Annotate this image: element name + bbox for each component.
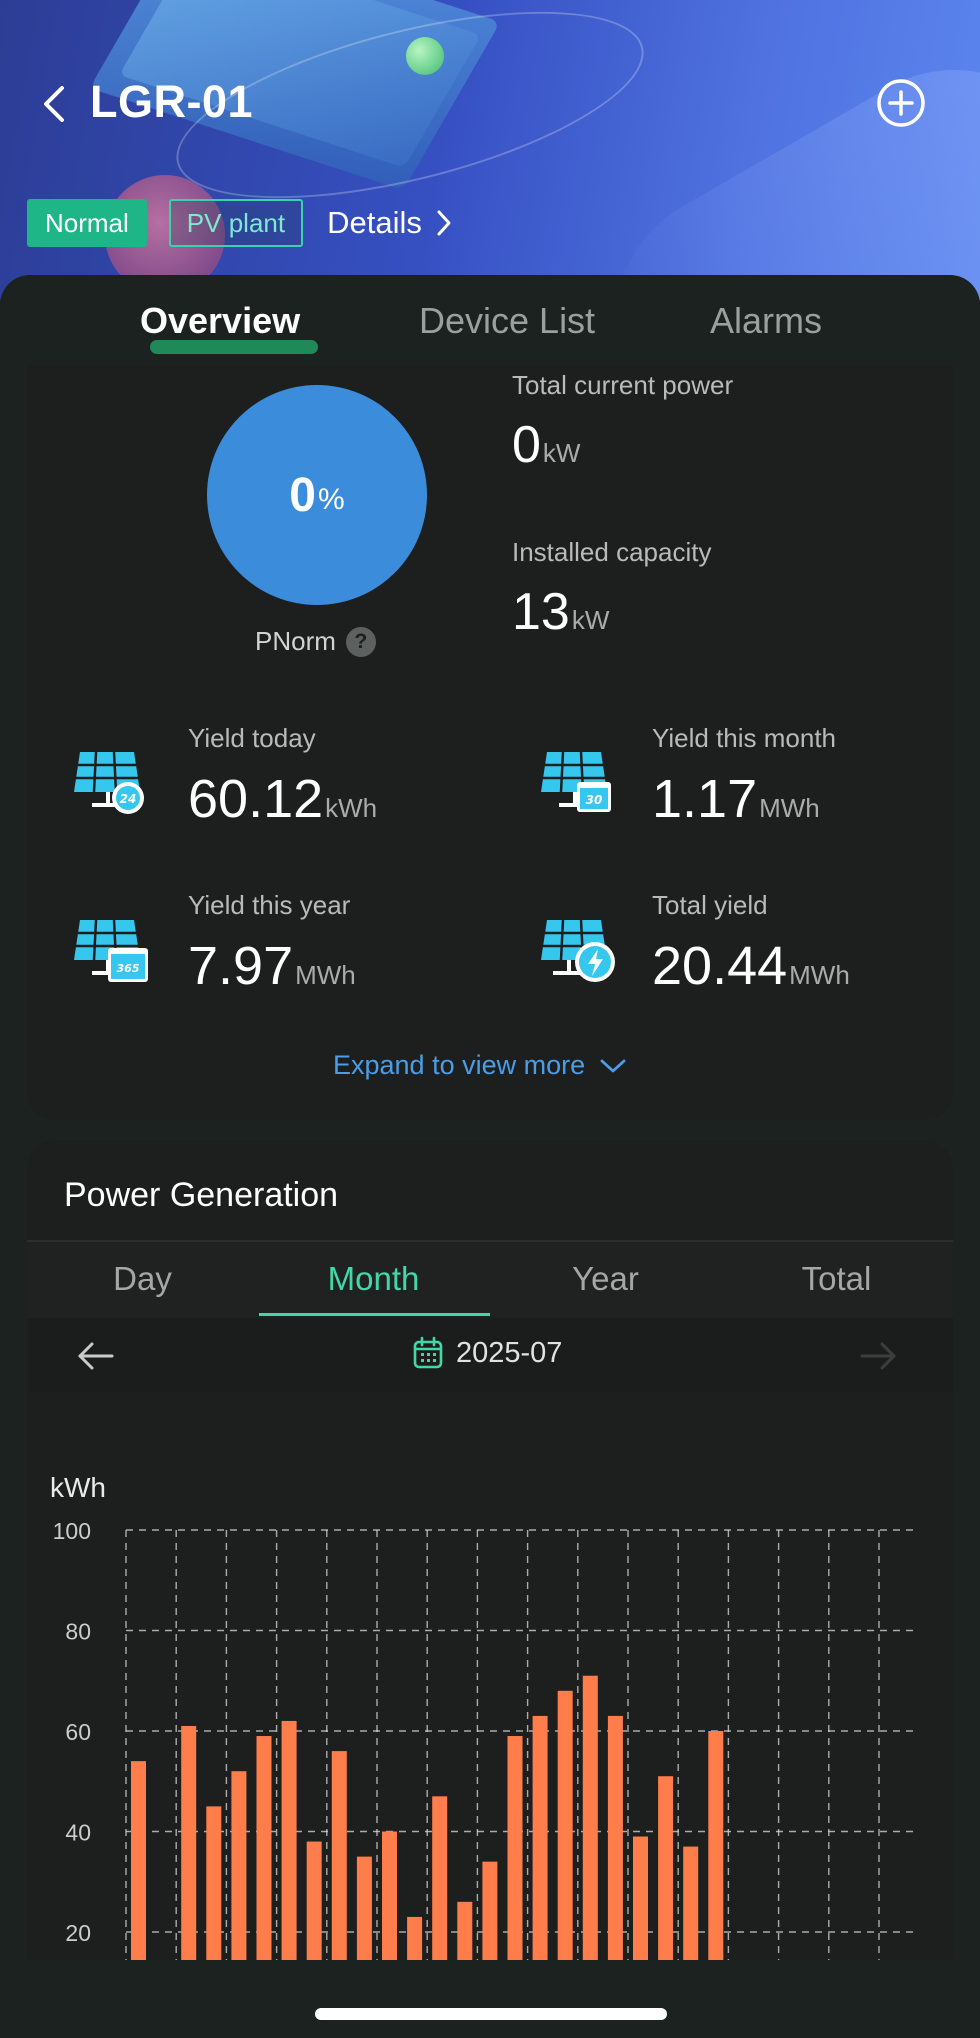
pnorm-label: PNorm <box>255 626 336 656</box>
y-axis-label: kWh <box>50 1472 106 1503</box>
chart-bar <box>683 1846 699 1960</box>
pnorm-gauge: 0 % <box>207 385 427 605</box>
tab-total[interactable]: Total <box>721 1260 952 1298</box>
home-indicator[interactable] <box>315 2008 667 2020</box>
add-circle-icon[interactable] <box>876 78 926 128</box>
chart-bar <box>482 1861 498 1960</box>
installed-capacity-value: 13 kW <box>512 582 609 642</box>
chart-bar <box>532 1715 548 1960</box>
installed-capacity-unit: kW <box>571 605 610 635</box>
details-link[interactable]: Details <box>327 205 452 241</box>
help-icon[interactable]: ? <box>345 626 376 657</box>
pnorm-unit: % <box>318 483 345 516</box>
yield-year-value: 7.97 MWh <box>188 935 356 997</box>
plant-tags: Normal PV plant Details <box>27 199 452 247</box>
date-picker[interactable]: 2025-07 <box>412 1336 562 1370</box>
solar-panel-bolt-icon <box>541 919 615 982</box>
pnorm-label-row: PNorm ? <box>255 626 376 657</box>
yield-today-number: 60.12 <box>188 769 324 829</box>
details-link-label: Details <box>327 205 422 240</box>
yield-year-unit: MWh <box>295 960 356 990</box>
chart-bar <box>407 1916 423 1960</box>
svg-text:365: 365 <box>117 962 140 975</box>
y-tick-label: 60 <box>65 1719 91 1745</box>
active-period-indicator <box>259 1313 490 1316</box>
installed-capacity-label: Installed capacity <box>512 537 712 567</box>
expand-label: Expand to view more <box>333 1050 586 1080</box>
yield-today-value: 60.12 kWh <box>188 768 377 830</box>
power-generation-chart: kWh 100 80 60 40 20 <box>50 1472 918 1960</box>
chart-bar <box>181 1725 197 1960</box>
chart-bar <box>507 1736 523 1960</box>
total-yield-number: 20.44 <box>652 936 788 996</box>
chart-bar <box>231 1771 247 1960</box>
chart-bar <box>306 1841 322 1960</box>
chart-bar <box>432 1796 448 1960</box>
tab-month[interactable]: Month <box>258 1260 489 1298</box>
selected-date: 2025-07 <box>456 1336 563 1369</box>
svg-text:24: 24 <box>120 792 137 806</box>
y-tick-label: 20 <box>65 1920 91 1946</box>
yield-year-label: Yield this year <box>188 890 351 920</box>
chevron-right-icon <box>437 210 451 236</box>
calendar-icon <box>413 1336 443 1369</box>
chart-bar <box>557 1690 573 1960</box>
y-tick-label: 100 <box>53 1518 91 1544</box>
yield-year-number: 7.97 <box>188 936 294 996</box>
solar-panel-30-icon: 30 <box>541 751 611 812</box>
chevron-down-icon <box>600 1059 626 1072</box>
installed-capacity-number: 13 <box>512 583 570 641</box>
total-yield-label: Total yield <box>652 890 768 920</box>
chart-bar <box>708 1731 724 1960</box>
chart-bar <box>382 1831 397 1960</box>
power-generation-title: Power Generation <box>64 1176 339 1214</box>
header-banner <box>0 0 980 300</box>
chart-bar <box>457 1901 473 1960</box>
yield-month-value: 1.17 MWh <box>652 768 820 830</box>
main-tabs: Overview Device List Alarms <box>0 282 980 372</box>
top-bar: LGR-01 <box>0 62 980 146</box>
tab-alarms[interactable]: Alarms <box>710 300 822 342</box>
tab-day[interactable]: Day <box>27 1260 258 1298</box>
chart-bar <box>131 1761 146 1960</box>
y-tick-label: 80 <box>65 1619 91 1645</box>
svg-text:30: 30 <box>586 793 603 807</box>
y-tick-label: 40 <box>65 1820 91 1846</box>
chart-bar <box>281 1720 297 1960</box>
chart-bar <box>582 1675 598 1960</box>
next-period-arrow-icon[interactable] <box>858 1340 898 1372</box>
yield-today-unit: kWh <box>325 793 378 823</box>
chart-bar <box>206 1806 222 1960</box>
tab-year[interactable]: Year <box>490 1260 721 1298</box>
tab-overview[interactable]: Overview <box>140 300 300 342</box>
solar-panel-365-icon: 365 <box>74 919 148 982</box>
yield-month-number: 1.17 <box>652 769 758 829</box>
total-current-power-label: Total current power <box>512 370 734 400</box>
page-title: LGR-01 <box>90 76 254 127</box>
yield-today-label: Yield today <box>188 723 316 753</box>
total-current-power-unit: kW <box>542 438 581 468</box>
yield-month-label: Yield this month <box>652 723 837 753</box>
solar-panel-24-icon: 24 <box>74 751 144 814</box>
chart-bar <box>607 1715 623 1960</box>
total-current-power-value: 0 kW <box>512 415 580 475</box>
expand-view-more-button[interactable]: Expand to view more <box>333 1050 627 1081</box>
chart-bar <box>356 1856 372 1960</box>
back-arrow-icon[interactable] <box>40 82 68 126</box>
pnorm-value: 0 <box>289 468 316 522</box>
total-current-power-number: 0 <box>512 416 541 474</box>
tab-device-list[interactable]: Device List <box>419 300 595 342</box>
active-tab-indicator <box>150 340 318 354</box>
plant-type-badge: PV plant <box>168 199 304 247</box>
chart-bar <box>331 1751 347 1960</box>
total-yield-unit: MWh <box>789 960 850 990</box>
previous-period-arrow-icon[interactable] <box>76 1340 116 1372</box>
yield-month-unit: MWh <box>759 793 820 823</box>
total-yield-value: 20.44 MWh <box>652 935 850 997</box>
chart-bar <box>256 1736 272 1960</box>
status-badge: Normal <box>27 199 147 247</box>
chart-bar <box>633 1836 648 1960</box>
period-tabs: Day Month Year Total <box>27 1242 953 1318</box>
chart-bar <box>658 1776 674 1960</box>
